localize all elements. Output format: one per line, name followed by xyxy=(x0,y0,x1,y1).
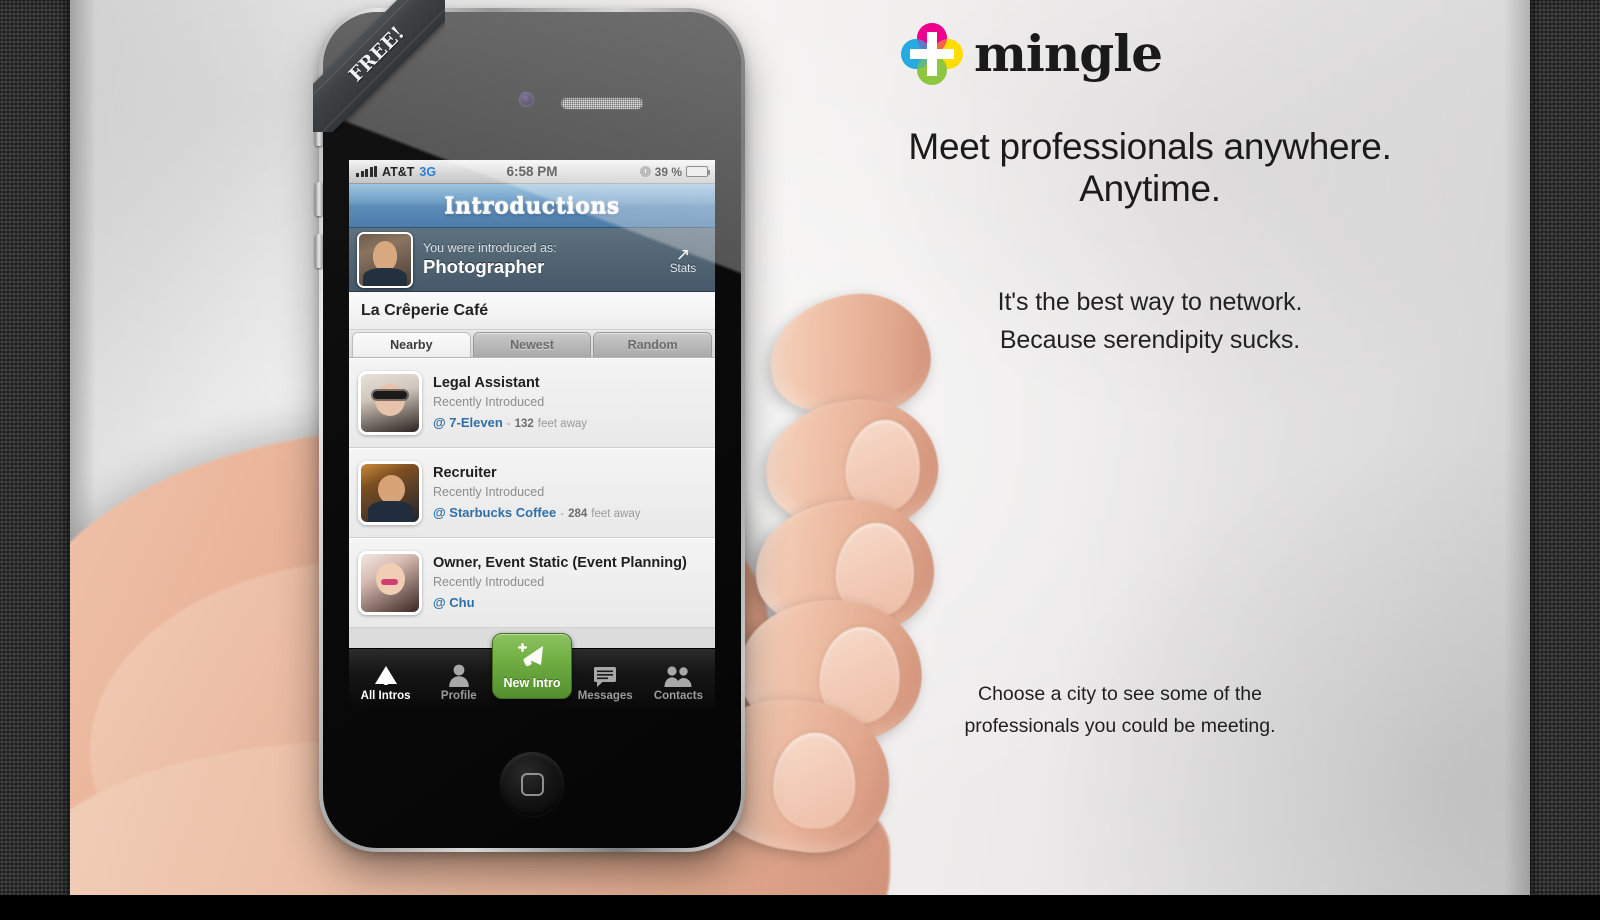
list-item-subtitle: Recently Introduced xyxy=(433,575,545,589)
subheadline-line-2: Because serendipity sucks. xyxy=(999,325,1301,354)
list-item-location: @ 7-Eleven - 132 feet away xyxy=(433,415,706,430)
segmented-tabs: Nearby Newest Random xyxy=(349,330,715,358)
new-intro-button[interactable]: New Intro xyxy=(492,633,572,699)
status-bar-left: AT&T 3G xyxy=(356,165,506,179)
volume-down-button[interactable] xyxy=(315,234,323,268)
front-camera-icon xyxy=(519,92,534,107)
person-icon xyxy=(448,661,470,687)
brand-wordmark: mingle xyxy=(974,24,1163,83)
page-root: AT&T 3G 6:58 PM 39 % Introductions You w… xyxy=(0,0,1600,920)
brand-logo[interactable]: mingle xyxy=(900,22,1163,86)
trending-up-icon: ↗ xyxy=(675,244,691,264)
tab-nearby[interactable]: Nearby xyxy=(352,332,471,357)
city-note-line-2: professionals you could be meeting. xyxy=(964,715,1276,738)
headline-line-1: Meet professionals anywhere. xyxy=(908,126,1392,167)
intro-banner[interactable]: You were introduced as: Photographer ↗ S… xyxy=(349,228,715,292)
signal-bars-icon xyxy=(356,166,377,177)
tabbar-item-contacts[interactable]: Contacts xyxy=(642,649,715,708)
list-item-title: Legal Assistant xyxy=(433,375,540,391)
mute-switch-icon[interactable] xyxy=(315,124,323,146)
list-item-location: @ Starbucks Coffee - 284 feet away xyxy=(433,505,706,520)
list-item-info: Owner, Event Static (Event Planning) Rec… xyxy=(433,555,706,610)
tabbar-label: Profile xyxy=(440,690,477,702)
iphone-device: AT&T 3G 6:58 PM 39 % Introductions You w… xyxy=(313,0,745,852)
tab-newest[interactable]: Newest xyxy=(472,332,592,357)
list-item[interactable]: Owner, Event Static (Event Planning) Rec… xyxy=(349,538,715,628)
headline: Meet professionals anywhere. Anytime. xyxy=(770,126,1530,210)
location-name: @ 7-Eleven xyxy=(433,415,503,430)
status-bar-right: 39 % xyxy=(558,164,710,179)
list-item-info: Legal Assistant Recently Introduced @ 7-… xyxy=(433,375,706,430)
contact-avatar xyxy=(358,460,422,525)
page-title: Introductions xyxy=(444,192,620,219)
distance-unit: feet away xyxy=(591,508,641,520)
list-item-title: Owner, Event Static (Event Planning) xyxy=(433,555,687,571)
subheadline-line-1: It's the best way to network. xyxy=(997,288,1303,316)
phone-screen: AT&T 3G 6:58 PM 39 % Introductions You w… xyxy=(349,160,715,708)
list-item-location: @ Chu xyxy=(433,595,706,610)
subheadline: It's the best way to network. Because se… xyxy=(770,284,1530,359)
stats-button[interactable]: ↗ Stats xyxy=(659,245,707,275)
list-item-info: Recruiter Recently Introduced @ Starbuck… xyxy=(433,465,706,520)
hero-stage: AT&T 3G 6:58 PM 39 % Introductions You w… xyxy=(70,0,1530,895)
marketing-content: mingle Meet professionals anywhere. Anyt… xyxy=(770,0,1530,895)
megaphone-icon xyxy=(373,661,399,687)
status-bar-clock: 6:58 PM xyxy=(506,164,558,179)
distance-value: 132 xyxy=(514,418,534,430)
earpiece-speaker-icon xyxy=(561,97,643,109)
distance-value: 284 xyxy=(568,508,588,520)
intro-banner-role: Photographer xyxy=(423,256,545,277)
megaphone-plus-icon xyxy=(515,642,549,674)
list-item-subtitle: Recently Introduced xyxy=(433,395,545,409)
people-icon xyxy=(664,661,692,687)
intro-banner-text: You were introduced as: Photographer xyxy=(423,241,659,278)
list-item-subtitle: Recently Introduced xyxy=(433,485,545,499)
location-name: @ Chu xyxy=(433,595,475,610)
home-button[interactable] xyxy=(500,752,564,816)
location-dash: - xyxy=(506,418,511,430)
tabbar-item-all-intros[interactable]: All Intros xyxy=(349,649,422,708)
stage-left-shade xyxy=(70,0,96,895)
tabbar-item-messages[interactable]: Messages xyxy=(569,649,642,708)
right-linen-border xyxy=(1530,0,1600,895)
network-label: 3G xyxy=(419,164,437,179)
battery-icon xyxy=(686,166,710,177)
phone-body: AT&T 3G 6:58 PM 39 % Introductions You w… xyxy=(323,12,741,848)
battery-percent-label: 39 % xyxy=(654,164,682,179)
left-linen-border xyxy=(0,0,70,895)
location-dash: - xyxy=(560,508,565,520)
stats-label: Stats xyxy=(669,262,697,275)
speech-bubble-icon xyxy=(593,661,617,687)
mingle-plus-logo-icon xyxy=(900,22,964,86)
tabbar-item-profile[interactable]: Profile xyxy=(422,649,495,708)
tabbar-label: Messages xyxy=(577,690,633,702)
list-item[interactable]: Recruiter Recently Introduced @ Starbuck… xyxy=(349,448,715,538)
status-bar: AT&T 3G 6:58 PM 39 % xyxy=(349,160,715,184)
tabbar-label: Contacts xyxy=(653,690,704,702)
tabbar-label: All Intros xyxy=(360,690,411,702)
contact-avatar xyxy=(358,550,422,615)
clock-icon xyxy=(639,166,651,177)
contact-avatar xyxy=(358,370,422,435)
user-avatar[interactable] xyxy=(357,231,413,288)
carrier-label: AT&T xyxy=(382,164,415,179)
list-item-title: Recruiter xyxy=(433,465,497,481)
list-item[interactable]: Legal Assistant Recently Introduced @ 7-… xyxy=(349,358,715,448)
intro-banner-label: You were introduced as: xyxy=(423,241,557,255)
location-name: @ Starbucks Coffee xyxy=(433,505,557,520)
app-tabbar: All Intros Profile Messages Contacts New… xyxy=(349,633,715,708)
tab-random[interactable]: Random xyxy=(593,332,713,357)
bottom-black-bar xyxy=(0,895,1600,920)
city-note: Choose a city to see some of the profess… xyxy=(770,678,1470,742)
city-note-line-1: Choose a city to see some of the xyxy=(978,683,1262,705)
app-navbar: Introductions xyxy=(349,184,715,228)
distance-unit: feet away xyxy=(537,418,588,430)
intro-list: Legal Assistant Recently Introduced @ 7-… xyxy=(349,358,715,628)
volume-up-button[interactable] xyxy=(315,182,323,216)
venue-name: La Crêperie Café xyxy=(349,292,715,330)
new-intro-label: New Intro xyxy=(503,675,561,690)
headline-line-2: Anytime. xyxy=(1079,168,1221,210)
